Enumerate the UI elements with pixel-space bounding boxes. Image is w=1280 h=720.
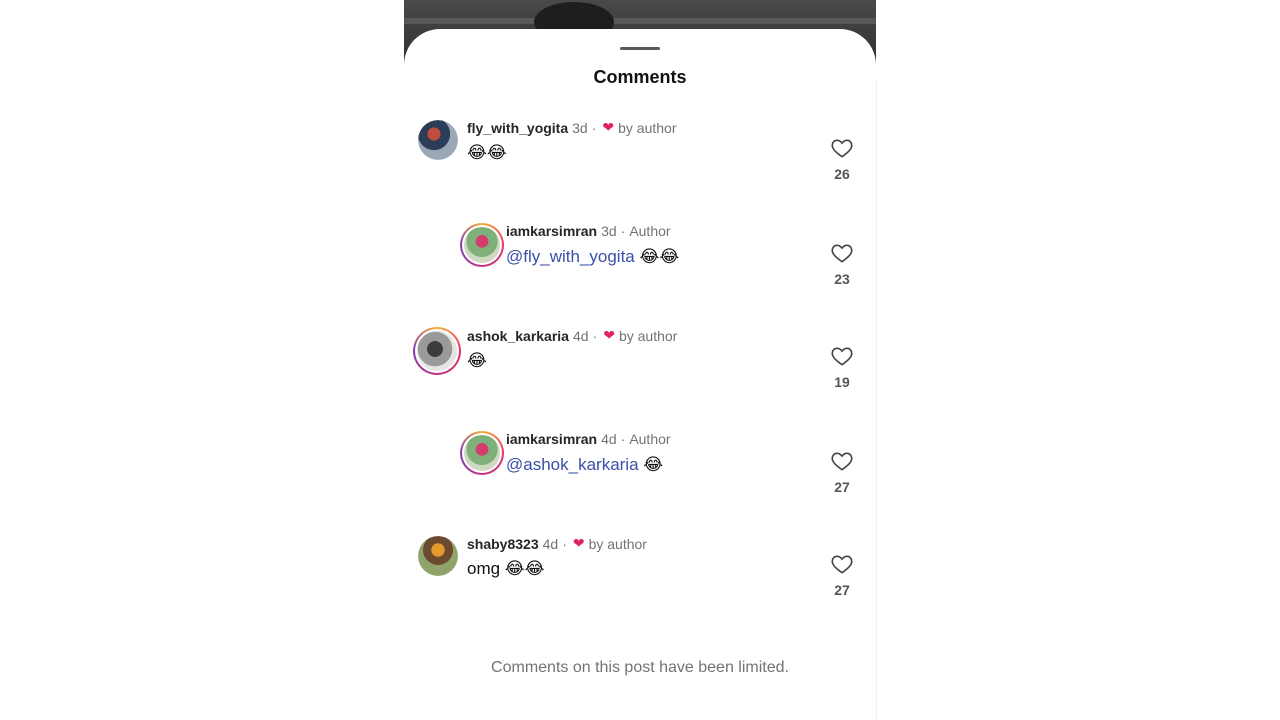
- heart-filled-icon: ❤: [603, 327, 615, 343]
- comment-text: @ashok_karkaria 😂: [506, 455, 663, 475]
- comments-limited-notice: Comments on this post have been limited.: [491, 659, 789, 676]
- like-button[interactable]: 27: [826, 451, 858, 495]
- avatar-frame: [462, 433, 502, 473]
- comment-body: omg 😂😂: [467, 559, 545, 578]
- timestamp: 4d: [601, 431, 617, 447]
- sheet-title: Comments: [593, 67, 687, 87]
- avatar-image: [464, 435, 500, 471]
- timestamp: 4d: [572, 327, 589, 344]
- like-count: 23: [834, 271, 850, 287]
- comment-text: 😂😂: [467, 143, 507, 163]
- comment-meta: shaby8323 4d · ❤ by author: [467, 535, 647, 552]
- like-button[interactable]: 19: [826, 346, 858, 390]
- like-button[interactable]: 27: [826, 554, 858, 598]
- username[interactable]: iamkarsimran: [506, 431, 597, 447]
- separator: ·: [620, 431, 626, 447]
- liked-by-author-label: by author: [618, 327, 678, 344]
- comment-meta: iamkarsimran 3d · Author: [506, 223, 671, 239]
- username[interactable]: ashok_karkaria: [467, 328, 569, 344]
- comment-text: 😂: [467, 351, 487, 371]
- comment-body: 😂: [467, 351, 487, 370]
- like-button[interactable]: 26: [826, 138, 858, 182]
- avatar-story-ring[interactable]: [413, 327, 461, 375]
- like-count: 27: [834, 479, 850, 495]
- comment-meta: ashok_karkaria 4d · ❤ by author: [467, 327, 677, 344]
- username[interactable]: fly_with_yogita: [467, 120, 568, 136]
- comments-sheet: Comments fly_with_yogita 3d · ❤ by autho…: [404, 29, 876, 720]
- heart-outline-icon: [831, 347, 853, 366]
- heart-outline-icon: [831, 139, 853, 158]
- comment-body: 😂😂: [634, 247, 680, 266]
- avatar-story-ring[interactable]: [460, 223, 504, 267]
- like-button[interactable]: 23: [826, 243, 858, 287]
- heart-filled-icon: ❤: [602, 119, 615, 135]
- comment-body: 😂😂: [467, 143, 507, 162]
- sheet-edge: [876, 80, 877, 720]
- reply-item: iamkarsimran 4d · Author @ashok_karkaria…: [404, 431, 876, 511]
- avatar-image: [418, 536, 458, 576]
- heart-filled-icon: ❤: [572, 535, 585, 551]
- like-count: 26: [834, 166, 850, 182]
- drag-handle[interactable]: [620, 47, 660, 50]
- comment-item: shaby8323 4d · ❤ by author omg 😂😂 27: [404, 535, 876, 615]
- liked-by-author-label: by author: [588, 535, 647, 552]
- avatar-frame: [462, 225, 502, 265]
- avatar-image: [464, 227, 500, 263]
- avatar-image: [418, 120, 458, 160]
- username[interactable]: iamkarsimran: [506, 223, 597, 239]
- comment-item: fly_with_yogita 3d · ❤ by author 😂😂 26: [404, 119, 876, 199]
- comment-text: @fly_with_yogita 😂😂: [506, 247, 679, 267]
- heart-outline-icon: [831, 452, 853, 471]
- separator: ·: [620, 223, 626, 239]
- comment-meta: fly_with_yogita 3d · ❤ by author: [467, 119, 677, 136]
- mention-link[interactable]: @ashok_karkaria: [506, 455, 639, 474]
- avatar-image: [417, 331, 457, 371]
- like-count: 19: [834, 374, 850, 390]
- username[interactable]: shaby8323: [467, 536, 539, 552]
- comment-meta: iamkarsimran 4d · Author: [506, 431, 671, 447]
- mention-link[interactable]: @fly_with_yogita: [506, 247, 635, 266]
- comment-item: ashok_karkaria 4d · ❤ by author 😂 19: [404, 327, 876, 407]
- reply-item: iamkarsimran 3d · Author @fly_with_yogit…: [404, 223, 876, 303]
- comment-body: 😂: [638, 455, 664, 474]
- timestamp: 3d: [601, 223, 617, 239]
- comment-text: omg 😂😂: [467, 559, 545, 579]
- avatar[interactable]: [418, 536, 458, 576]
- timestamp: 4d: [542, 535, 559, 552]
- like-count: 27: [834, 582, 850, 598]
- avatar-frame: [415, 329, 459, 373]
- avatar[interactable]: [418, 120, 458, 160]
- author-label: Author: [629, 431, 671, 447]
- heart-outline-icon: [831, 555, 853, 574]
- author-label: Author: [629, 223, 671, 239]
- heart-outline-icon: [831, 244, 853, 263]
- avatar-story-ring[interactable]: [460, 431, 504, 475]
- separator: ·: [591, 119, 597, 136]
- video-detail: [404, 18, 876, 24]
- timestamp: 3d: [572, 119, 588, 136]
- liked-by-author-label: by author: [618, 119, 677, 136]
- separator: ·: [592, 327, 598, 344]
- separator: ·: [562, 535, 567, 552]
